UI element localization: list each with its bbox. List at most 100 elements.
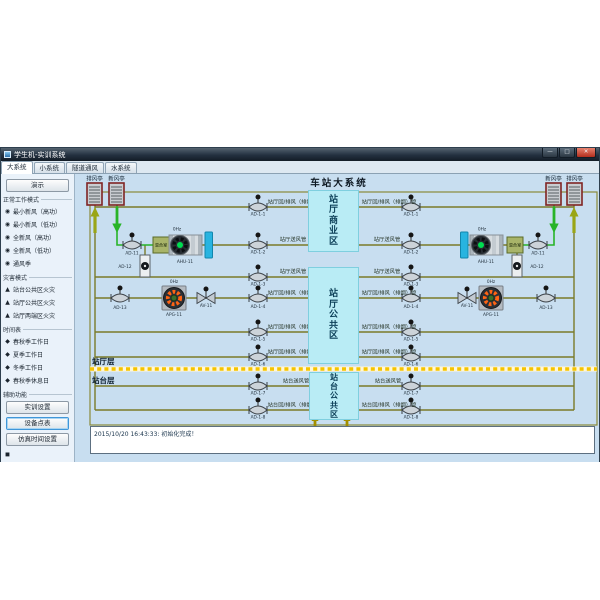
- mode-item-ventilation-season[interactable]: ◉通风季: [1, 257, 74, 270]
- fan-mode-icon: ◉: [4, 234, 11, 241]
- damper-code: AD-13: [113, 305, 127, 311]
- return-exhaust-fan-left[interactable]: [162, 286, 186, 310]
- section-auxiliary: 辅助功能: [3, 390, 72, 399]
- exhaust-damper-right[interactable]: [537, 286, 555, 303]
- mode-item-full-fresh-high[interactable]: ◉全新风（高功）: [1, 231, 74, 244]
- schedule-item-spring-autumn-restday[interactable]: ◆春秋季休息日: [1, 374, 74, 387]
- schedule-icon: ◆: [4, 377, 11, 384]
- demo-button[interactable]: 演示: [6, 179, 69, 192]
- duct-label: 站台回/排风（排烟）管: [362, 401, 417, 409]
- training-settings-button[interactable]: 实训设置: [6, 401, 69, 414]
- ahu-right[interactable]: [470, 235, 503, 255]
- fire-item-hall-ends[interactable]: ▲站厅两端区火灾: [1, 309, 74, 322]
- event-log[interactable]: 2015/10/20 16:43:33: 初始化完成！: [90, 426, 595, 454]
- duct-label: 站厅送风管: [374, 235, 401, 243]
- tab-water-system[interactable]: 水系统: [105, 162, 137, 173]
- mode-item-min-fresh-low[interactable]: ◉最小新风（低功）: [1, 218, 74, 231]
- damper-code: AD-1-7: [251, 391, 266, 397]
- damper-right-r7[interactable]: [402, 374, 420, 391]
- tab-tunnel-ventilation[interactable]: 隧道通风: [66, 162, 104, 173]
- damper-code: AD-1-8: [404, 415, 419, 421]
- item-label: 春秋季工作日: [13, 337, 49, 346]
- damper-right-r3[interactable]: [402, 265, 420, 282]
- duct-label: 站厅回/排风（排烟）管: [362, 289, 417, 297]
- close-button[interactable]: ✕: [576, 148, 596, 158]
- ahu-left[interactable]: [169, 235, 202, 255]
- damper-left-r1[interactable]: [249, 195, 267, 212]
- damper-code: AD-1-4: [251, 304, 266, 310]
- section-title: 正常工作模式: [3, 195, 39, 204]
- damper-code: AD-12: [118, 264, 132, 270]
- sidebar: 演示 正常工作模式 ◉最小新风（高功） ◉最小新风（低功） ◉全新风（高功） ◉…: [1, 174, 75, 462]
- maximize-button[interactable]: □: [559, 148, 575, 158]
- damper-code: AD-1-1: [404, 212, 419, 218]
- fresh-pavilion-left-icon: [109, 183, 124, 205]
- duct-label: 站厅回/排风（排烟）管: [362, 198, 417, 206]
- freq-label: 0Hz: [478, 227, 487, 233]
- mode-item-min-fresh-high[interactable]: ◉最小新风（高功）: [1, 205, 74, 218]
- damper-code: AD-11: [125, 251, 139, 257]
- damper-code: AD-12: [530, 264, 544, 270]
- damper-code: AD-1-6: [251, 362, 266, 368]
- damper-left-r3[interactable]: [249, 265, 267, 282]
- damper-left-r6[interactable]: [249, 345, 267, 362]
- item-label: 最小新风（高功）: [13, 207, 61, 216]
- duct-label: 站厅送风管: [374, 267, 401, 275]
- damper-code: AD-1-2: [404, 250, 419, 256]
- silencer-right: [461, 232, 469, 258]
- fresh-air-damper-right[interactable]: [529, 233, 547, 250]
- fresh-air-damper-left[interactable]: [123, 233, 141, 250]
- schedule-item-summer-workday[interactable]: ◆夏季工作日: [1, 348, 74, 361]
- duct-label: 站台送风管: [283, 377, 310, 385]
- zone-label: 站台公共区: [330, 373, 339, 419]
- zone-hall-public: 站厅公共区: [308, 267, 359, 364]
- tab-large-system[interactable]: 大系统: [1, 161, 33, 174]
- fan-mode-icon: ◉: [4, 221, 11, 228]
- item-label: 站厅两端区火灾: [13, 311, 55, 320]
- butterfly-valve-right[interactable]: [458, 287, 476, 304]
- floor-label-hall: 站厅层: [92, 356, 115, 366]
- damper-left-r2[interactable]: [249, 233, 267, 250]
- zone-label: 站厅公共区: [329, 289, 339, 342]
- ahu-code: AHU-11: [478, 259, 495, 265]
- tab-bar: 大系统 小系统 隧道通风 水系统: [1, 161, 599, 174]
- damper-left-r4[interactable]: [249, 286, 267, 303]
- damper-code: AD-11: [531, 251, 545, 257]
- section-disaster-mode: 灾害模式: [3, 273, 72, 282]
- schedule-icon: ◆: [4, 338, 11, 345]
- return-fan-duct-right[interactable]: [512, 255, 522, 277]
- schedule-item-winter-workday[interactable]: ◆冬季工作日: [1, 361, 74, 374]
- floor-label-platform: 站台层: [92, 375, 115, 385]
- fire-item-platform-public[interactable]: ▲站台公共区火灾: [1, 283, 74, 296]
- device-point-table-button[interactable]: 设备点表: [6, 417, 69, 430]
- log-entry: 2015/10/20 16:43:33: 初始化完成！: [94, 431, 197, 438]
- damper-code: AD-1-2: [251, 250, 266, 256]
- damper-left-r7[interactable]: [249, 374, 267, 391]
- return-exhaust-fan-right[interactable]: [479, 286, 503, 310]
- damper-right-r2[interactable]: [402, 233, 420, 250]
- fire-icon: ▲: [4, 312, 11, 319]
- pavilion-label: 新风亭: [545, 175, 562, 183]
- fan-code: APG-11: [166, 312, 182, 318]
- damper-code: AD-1-5: [404, 337, 419, 343]
- mode-item-full-fresh-low[interactable]: ◉全新风（低功）: [1, 244, 74, 257]
- item-label: 站厅公共区火灾: [13, 298, 55, 307]
- tab-small-system[interactable]: 小系统: [34, 162, 66, 173]
- screenshot-page: 学生机-实训系统 — □ ✕ 大系统 小系统 隧道通风 水系统 演示 正常工作模…: [0, 0, 600, 600]
- butterfly-valve-left[interactable]: [197, 287, 215, 304]
- damper-left-r8[interactable]: [249, 398, 267, 415]
- simulation-time-button[interactable]: 仿真时间设置: [6, 433, 69, 446]
- minimize-button[interactable]: —: [542, 148, 558, 158]
- ahu-code: AHU-11: [177, 259, 194, 265]
- item-label: 全新风（低功）: [13, 246, 55, 255]
- schedule-item-spring-autumn-workday[interactable]: ◆春秋季工作日: [1, 335, 74, 348]
- damper-left-r5[interactable]: [249, 320, 267, 337]
- item-label: 冬季工作日: [13, 363, 43, 372]
- duct-label: 站厅回/排风（排烟）管: [362, 323, 417, 331]
- clipped-bottom-item[interactable]: ◼: [1, 449, 74, 460]
- zone-hall-commercial: 站厅商业区: [308, 190, 359, 252]
- fire-item-hall-public[interactable]: ▲站厅公共区火灾: [1, 296, 74, 309]
- exhaust-damper-left[interactable]: [111, 286, 129, 303]
- return-fan-duct-left[interactable]: [140, 255, 150, 277]
- fresh-pavilion-right-icon: [546, 183, 561, 205]
